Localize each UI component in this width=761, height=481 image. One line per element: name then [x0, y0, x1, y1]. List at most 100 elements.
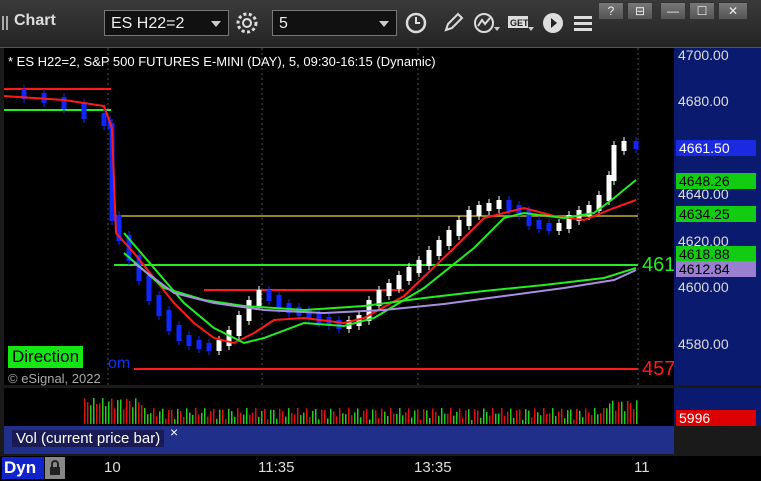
volume-bar — [558, 411, 560, 424]
volume-bar — [258, 416, 260, 424]
volume-bar — [627, 400, 629, 424]
volume-bar — [447, 413, 449, 424]
restore-button[interactable]: ⊟ — [627, 2, 653, 20]
time-tick-label: 11:35 — [258, 459, 295, 476]
volume-bar — [411, 417, 413, 424]
volume-bar — [282, 411, 284, 424]
volume-bar — [516, 410, 518, 424]
volume-study-bar: Vol (current price bar) × — [4, 424, 674, 454]
volume-bar — [372, 409, 374, 424]
volume-bar — [459, 408, 461, 424]
candle-body — [446, 230, 452, 246]
chevron-down-icon — [211, 21, 221, 27]
volume-bar — [312, 410, 314, 424]
volume-bar — [636, 400, 638, 424]
volume-bar — [618, 401, 620, 424]
volume-bar — [87, 402, 89, 424]
volume-bar — [360, 417, 362, 424]
volume-bar — [237, 408, 239, 424]
volume-bar — [222, 409, 224, 424]
volume-bar — [594, 408, 596, 424]
candle-body — [476, 205, 482, 216]
maximize-button[interactable]: ☐ — [689, 2, 715, 20]
green-line-label: 461 — [642, 254, 676, 276]
volume-bar — [192, 414, 194, 424]
volume-bar — [531, 417, 533, 424]
volume-pane[interactable] — [4, 388, 674, 426]
close-icon[interactable]: × — [170, 424, 178, 440]
price-tag: 4612.84 — [676, 261, 756, 277]
volume-bar — [621, 401, 623, 424]
link-icon — [50, 460, 60, 475]
price-chart-area[interactable]: * ES H22=2, S&P 500 FUTURES E-MINI (DAY)… — [4, 48, 676, 386]
volume-bar — [108, 401, 110, 424]
volume-bar — [408, 408, 410, 424]
volume-bar — [123, 409, 125, 424]
volume-bar — [315, 408, 317, 424]
price-tag: 4618.88 — [676, 246, 756, 262]
help-button[interactable]: ? — [598, 2, 624, 20]
volume-bar — [540, 415, 542, 424]
candle-body — [496, 200, 502, 209]
minimize-button[interactable]: — — [660, 2, 686, 20]
candle-body — [416, 260, 422, 273]
close-button[interactable]: ✕ — [718, 2, 748, 20]
candle-body — [216, 340, 222, 351]
volume-bar — [495, 413, 497, 424]
price-tag: 4648.26 — [676, 173, 756, 189]
volume-bar — [420, 419, 422, 424]
volume-bar — [423, 409, 425, 424]
candle-body — [506, 200, 512, 211]
candle-body — [486, 203, 492, 211]
volume-bar — [198, 414, 200, 424]
candle-body — [406, 267, 412, 281]
volume-bar — [138, 402, 140, 424]
candle-body — [606, 175, 612, 201]
volume-value-tag: 5996 — [676, 410, 756, 426]
price-tag: 4661.50 — [676, 140, 756, 156]
volume-bar — [564, 418, 566, 424]
volume-bar — [294, 414, 296, 424]
red-moving-average — [4, 95, 637, 345]
volume-bar — [105, 406, 107, 424]
volume-bar — [591, 415, 593, 424]
volume-bar — [576, 409, 578, 424]
volume-bar — [387, 416, 389, 424]
volume-bar — [510, 408, 512, 424]
volume-bar — [342, 413, 344, 424]
volume-bar — [210, 411, 212, 424]
candle-body — [196, 340, 202, 349]
volume-bar — [438, 415, 440, 424]
volume-bar — [285, 416, 287, 424]
volume-bar — [417, 409, 419, 424]
candle-body — [146, 275, 152, 301]
volume-bar — [333, 411, 335, 424]
volume-bar — [243, 414, 245, 424]
candle-body — [256, 290, 262, 306]
volume-bar — [300, 414, 302, 424]
price-tick-label: 4600.00 — [678, 279, 729, 295]
volume-bar — [279, 408, 281, 424]
volume-bar — [462, 417, 464, 424]
candle-body — [611, 145, 617, 181]
candle-body — [466, 210, 472, 226]
volume-bar — [543, 408, 545, 424]
candle-body — [633, 141, 639, 149]
candle-body — [266, 290, 272, 301]
volume-chart-svg — [84, 398, 638, 424]
volume-bar — [159, 411, 161, 424]
volume-bar — [396, 413, 398, 424]
volume-bar — [249, 414, 251, 424]
candle-body — [236, 315, 242, 336]
volume-bar — [297, 408, 299, 424]
volume-bar — [498, 413, 500, 424]
volume-bar — [147, 414, 149, 424]
dyn-label[interactable]: Dyn — [2, 457, 44, 479]
volume-bar — [288, 408, 290, 424]
candle-body — [186, 335, 192, 346]
lock-button[interactable] — [45, 457, 65, 479]
volume-bar — [276, 418, 278, 424]
time-tick-label: 11 — [634, 459, 650, 476]
volume-bar — [468, 409, 470, 424]
volume-bar — [453, 415, 455, 424]
